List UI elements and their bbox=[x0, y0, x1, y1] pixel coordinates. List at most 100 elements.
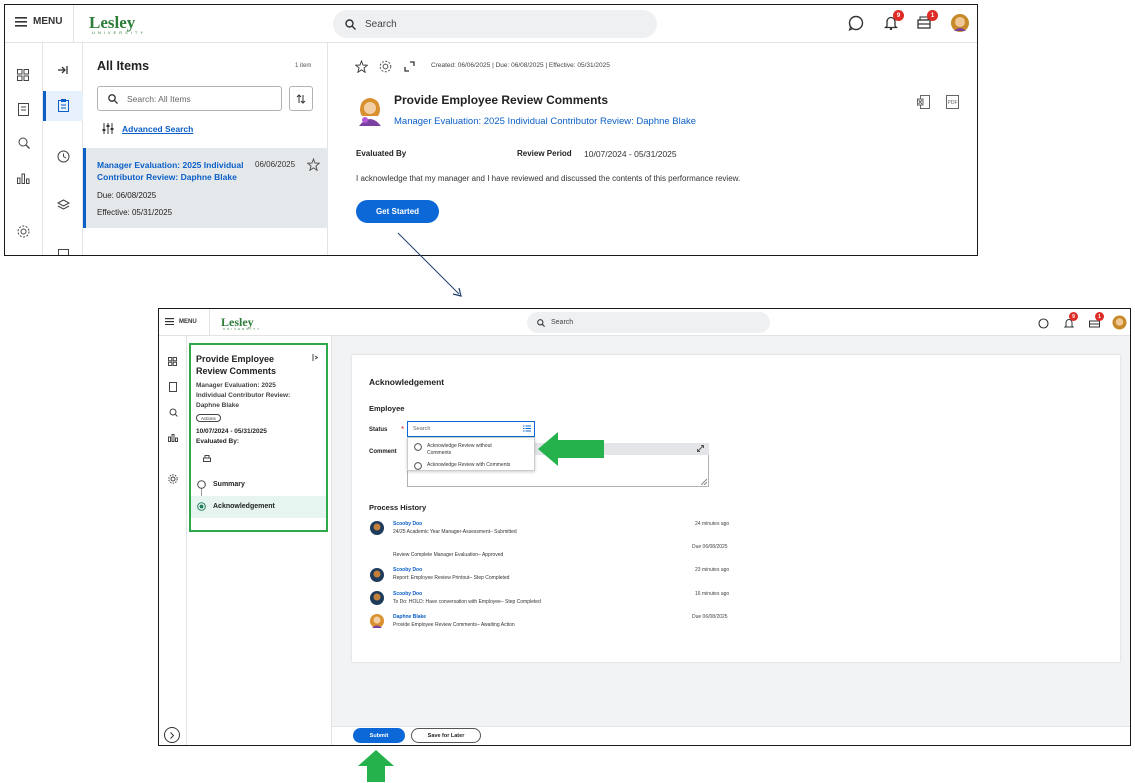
status-dropdown: Acknowledge Review without Comments Ackn… bbox=[407, 437, 535, 471]
favorite-star-icon[interactable] bbox=[355, 60, 368, 73]
search-icon bbox=[345, 18, 356, 30]
divider bbox=[73, 5, 74, 43]
inbox-icon[interactable]: 1 bbox=[1089, 312, 1104, 328]
chart-icon[interactable] bbox=[168, 434, 178, 442]
history-avatar bbox=[370, 591, 384, 605]
list-search-input[interactable]: Search: All Items bbox=[97, 86, 282, 111]
history-name[interactable]: Scooby Doo bbox=[393, 567, 422, 573]
menu-button[interactable]: MENU bbox=[15, 16, 62, 27]
logo-subtitle: UNIVERSITY bbox=[223, 327, 262, 331]
evaluated-by-label: Evaluated By bbox=[356, 149, 407, 158]
inbox-icon[interactable]: 1 bbox=[917, 10, 938, 32]
advanced-search[interactable]: Advanced Search bbox=[102, 123, 193, 134]
status-placeholder: Search bbox=[413, 426, 431, 432]
hamburger-icon bbox=[165, 318, 174, 325]
screenshot-bottom-form: MENU Lesley UNIVERSITY Search 9 1 Provid… bbox=[158, 308, 1131, 746]
avatar[interactable] bbox=[950, 13, 970, 33]
save-for-later-button[interactable]: Save for Later bbox=[411, 728, 481, 743]
required-marker: * bbox=[401, 425, 405, 434]
expand-editor-icon[interactable] bbox=[697, 445, 704, 452]
star-icon[interactable] bbox=[307, 158, 320, 171]
chat-icon[interactable] bbox=[848, 15, 864, 31]
review-period-label: Review Period bbox=[517, 149, 572, 158]
task-meta: Created: 06/06/2025 | Due: 06/08/2025 | … bbox=[431, 62, 610, 69]
inbox-item-effective: Effective: 05/31/2025 bbox=[97, 208, 173, 217]
search-placeholder: Search bbox=[551, 319, 574, 326]
form-heading: Acknowledgement bbox=[369, 377, 445, 387]
history-desc: Provide Employee Review Comments– Awaiti… bbox=[393, 622, 515, 628]
sort-button[interactable] bbox=[289, 86, 313, 111]
avatar[interactable] bbox=[1112, 315, 1127, 330]
status-search-input[interactable]: Search bbox=[407, 421, 535, 437]
history-desc: 24/25 Academic Year Manager-Assessment– … bbox=[393, 529, 517, 535]
get-started-button[interactable]: Get Started bbox=[356, 200, 439, 223]
archive-icon[interactable] bbox=[58, 249, 69, 255]
history-time: Due 06/08/2025 bbox=[692, 544, 728, 550]
history-time: 23 minutes ago bbox=[695, 567, 730, 573]
search-icon bbox=[108, 93, 118, 104]
task-title: Provide Employee Review Comments bbox=[394, 93, 609, 107]
layers-icon[interactable] bbox=[57, 199, 70, 211]
hamburger-icon bbox=[15, 16, 27, 27]
excel-export-icon[interactable] bbox=[917, 95, 930, 109]
menu-label: MENU bbox=[33, 16, 63, 27]
filter-sliders-icon bbox=[102, 123, 114, 134]
task-subtitle-link[interactable]: Manager Evaluation: 2025 Individual Cont… bbox=[394, 116, 696, 127]
history-desc: To Do: HOLD: Have conversation with Empl… bbox=[393, 599, 541, 605]
collapse-icon[interactable] bbox=[58, 65, 68, 75]
submit-button[interactable]: Submit bbox=[353, 728, 405, 743]
apps-icon[interactable] bbox=[168, 357, 177, 366]
menu-button[interactable]: MENU bbox=[165, 318, 197, 325]
inbox-badge: 1 bbox=[1095, 312, 1104, 321]
notifications-icon[interactable]: 9 bbox=[884, 10, 904, 31]
search-input[interactable]: Search bbox=[333, 10, 657, 38]
search-placeholder: Search bbox=[365, 18, 397, 30]
inbox-item-title[interactable]: Manager Evaluation: 2025 Individual Cont… bbox=[97, 159, 247, 183]
apps-icon[interactable] bbox=[17, 69, 29, 81]
review-period-value: 10/07/2024 - 05/31/2025 bbox=[584, 149, 677, 159]
history-name[interactable]: Scooby Doo bbox=[393, 521, 422, 527]
acknowledgement-text: I acknowledge that my manager and I have… bbox=[356, 174, 741, 183]
history-desc: Review Complete Manager Evaluation– Appr… bbox=[393, 552, 504, 558]
history-desc: Report: Employee Review Printout– Step C… bbox=[393, 575, 510, 581]
status-option-without-comments[interactable]: Acknowledge Review without Comments bbox=[414, 443, 517, 457]
status-option-with-comments[interactable]: Acknowledge Review with Comments bbox=[414, 462, 510, 470]
menu-label: MENU bbox=[179, 318, 197, 325]
report-icon[interactable] bbox=[169, 382, 177, 392]
pdf-export-icon[interactable]: PDF bbox=[946, 95, 959, 109]
resize-handle-icon[interactable] bbox=[701, 479, 707, 485]
history-name[interactable]: Daphne Blake bbox=[393, 614, 426, 620]
radio-icon bbox=[414, 462, 422, 470]
report-icon[interactable] bbox=[18, 103, 29, 116]
divider bbox=[209, 309, 210, 336]
settings-icon[interactable] bbox=[17, 225, 30, 238]
radio-icon bbox=[414, 443, 422, 451]
inbox-badge: 1 bbox=[927, 10, 938, 21]
search-zoom-icon[interactable] bbox=[169, 408, 178, 417]
expand-rail-button[interactable] bbox=[164, 727, 180, 743]
advanced-search-link[interactable]: Advanced Search bbox=[122, 124, 193, 134]
notifications-icon[interactable]: 9 bbox=[1064, 312, 1078, 329]
annotation-arrow-left bbox=[538, 432, 604, 466]
notifications-badge: 9 bbox=[893, 10, 904, 21]
search-icon bbox=[537, 318, 545, 327]
employee-avatar bbox=[356, 96, 384, 126]
list-icon[interactable] bbox=[523, 425, 531, 432]
chart-icon[interactable] bbox=[17, 173, 30, 184]
history-icon[interactable] bbox=[57, 150, 70, 163]
search-zoom-icon[interactable] bbox=[18, 137, 30, 149]
history-name[interactable]: Scooby Doo bbox=[393, 591, 422, 597]
logo-subtitle: UNIVERSITY bbox=[92, 30, 147, 35]
settings-icon[interactable] bbox=[168, 474, 178, 484]
form-panel bbox=[352, 355, 1120, 662]
history-time: 16 minutes ago bbox=[695, 591, 730, 597]
inbox-item-due: Due: 06/08/2025 bbox=[97, 191, 157, 200]
gear-icon[interactable] bbox=[379, 60, 392, 73]
expand-icon[interactable] bbox=[404, 61, 415, 72]
search-input[interactable]: Search bbox=[527, 312, 770, 333]
status-label: Status bbox=[369, 427, 388, 433]
history-avatar bbox=[370, 614, 384, 628]
chat-icon[interactable] bbox=[1038, 318, 1049, 329]
sidebar-highlight-box bbox=[189, 343, 328, 532]
history-time: Due 06/08/2025 bbox=[692, 614, 728, 620]
